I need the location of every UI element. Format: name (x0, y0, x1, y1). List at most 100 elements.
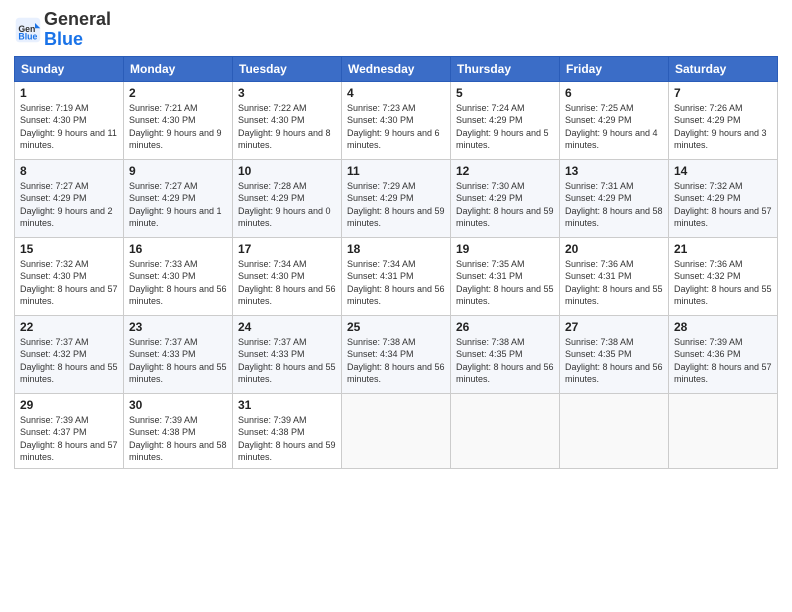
logo: Gen Blue General Blue (14, 10, 111, 50)
calendar-cell: 21 Sunrise: 7:36 AMSunset: 4:32 PMDayligh… (669, 237, 778, 315)
day-number: 11 (347, 164, 445, 178)
day-number: 10 (238, 164, 336, 178)
calendar-cell: 16 Sunrise: 7:33 AMSunset: 4:30 PMDayligh… (124, 237, 233, 315)
calendar-week-2: 8 Sunrise: 7:27 AMSunset: 4:29 PMDaylight… (15, 159, 778, 237)
day-number: 6 (565, 86, 663, 100)
calendar-cell: 18Sunrise: 7:34 AMSunset: 4:31 PMDayligh… (342, 237, 451, 315)
calendar-cell: 5 Sunrise: 7:24 AMSunset: 4:29 PMDaylight… (451, 81, 560, 159)
cell-info: Sunrise: 7:37 AMSunset: 4:32 PMDaylight:… (20, 336, 118, 386)
cell-info: Sunrise: 7:24 AMSunset: 4:29 PMDaylight:… (456, 102, 554, 152)
calendar-cell: 12 Sunrise: 7:30 AMSunset: 4:29 PMDayligh… (451, 159, 560, 237)
day-number: 5 (456, 86, 554, 100)
cell-info: Sunrise: 7:38 AMSunset: 4:35 PMDaylight:… (456, 336, 554, 386)
calendar-week-4: 22Sunrise: 7:37 AMSunset: 4:32 PMDayligh… (15, 315, 778, 393)
day-number: 31 (238, 398, 336, 412)
day-number: 24 (238, 320, 336, 334)
calendar-cell: 2 Sunrise: 7:21 AMSunset: 4:30 PMDaylight… (124, 81, 233, 159)
calendar-cell (669, 393, 778, 468)
cell-info: Sunrise: 7:36 AMSunset: 4:31 PMDaylight:… (565, 258, 663, 308)
calendar-table: SundayMondayTuesdayWednesdayThursdayFrid… (14, 56, 778, 469)
calendar-cell: 4 Sunrise: 7:23 AMSunset: 4:30 PMDaylight… (342, 81, 451, 159)
calendar-cell: 23Sunrise: 7:37 AMSunset: 4:33 PMDayligh… (124, 315, 233, 393)
day-number: 3 (238, 86, 336, 100)
day-number: 28 (674, 320, 772, 334)
calendar-cell: 1 Sunrise: 7:19 AMSunset: 4:30 PMDaylight… (15, 81, 124, 159)
day-number: 4 (347, 86, 445, 100)
calendar-week-3: 15Sunrise: 7:32 AMSunset: 4:30 PMDayligh… (15, 237, 778, 315)
day-number: 12 (456, 164, 554, 178)
calendar-cell: 15Sunrise: 7:32 AMSunset: 4:30 PMDayligh… (15, 237, 124, 315)
day-number: 21 (674, 242, 772, 256)
cell-info: Sunrise: 7:23 AMSunset: 4:30 PMDaylight:… (347, 102, 445, 152)
calendar-cell (342, 393, 451, 468)
cell-info: Sunrise: 7:28 AMSunset: 4:29 PMDaylight:… (238, 180, 336, 230)
cell-info: Sunrise: 7:30 AMSunset: 4:29 PMDaylight:… (456, 180, 554, 230)
cell-info: Sunrise: 7:39 AMSunset: 4:37 PMDaylight:… (20, 414, 118, 464)
cell-info: Sunrise: 7:38 AMSunset: 4:35 PMDaylight:… (565, 336, 663, 386)
cell-info: Sunrise: 7:37 AMSunset: 4:33 PMDaylight:… (129, 336, 227, 386)
cell-info: Sunrise: 7:39 AMSunset: 4:38 PMDaylight:… (129, 414, 227, 464)
calendar-cell: 20 Sunrise: 7:36 AMSunset: 4:31 PMDayligh… (560, 237, 669, 315)
cell-info: Sunrise: 7:39 AMSunset: 4:36 PMDaylight:… (674, 336, 772, 386)
calendar-week-5: 29 Sunrise: 7:39 AMSunset: 4:37 PMDayligh… (15, 393, 778, 468)
logo-text: General Blue (44, 10, 111, 50)
calendar-cell: 9Sunrise: 7:27 AMSunset: 4:29 PMDaylight… (124, 159, 233, 237)
calendar-cell: 11 Sunrise: 7:29 AMSunset: 4:29 PMDayligh… (342, 159, 451, 237)
day-number: 7 (674, 86, 772, 100)
calendar-cell: 14 Sunrise: 7:32 AMSunset: 4:29 PMDayligh… (669, 159, 778, 237)
logo-icon: Gen Blue (14, 16, 42, 44)
day-header-wednesday: Wednesday (342, 56, 451, 81)
calendar-cell: 27 Sunrise: 7:38 AMSunset: 4:35 PMDayligh… (560, 315, 669, 393)
calendar-cell: 31 Sunrise: 7:39 AMSunset: 4:38 PMDayligh… (233, 393, 342, 468)
calendar-cell: 26 Sunrise: 7:38 AMSunset: 4:35 PMDayligh… (451, 315, 560, 393)
day-number: 17 (238, 242, 336, 256)
calendar-cell (560, 393, 669, 468)
cell-info: Sunrise: 7:39 AMSunset: 4:38 PMDaylight:… (238, 414, 336, 464)
day-number: 8 (20, 164, 118, 178)
cell-info: Sunrise: 7:22 AMSunset: 4:30 PMDaylight:… (238, 102, 336, 152)
calendar-cell: 24Sunrise: 7:37 AMSunset: 4:33 PMDayligh… (233, 315, 342, 393)
calendar-cell: 17Sunrise: 7:34 AMSunset: 4:30 PMDayligh… (233, 237, 342, 315)
day-number: 26 (456, 320, 554, 334)
cell-info: Sunrise: 7:31 AMSunset: 4:29 PMDaylight:… (565, 180, 663, 230)
calendar-cell (451, 393, 560, 468)
day-header-saturday: Saturday (669, 56, 778, 81)
calendar-cell: 30 Sunrise: 7:39 AMSunset: 4:38 PMDayligh… (124, 393, 233, 468)
day-number: 13 (565, 164, 663, 178)
day-number: 1 (20, 86, 118, 100)
cell-info: Sunrise: 7:33 AMSunset: 4:30 PMDaylight:… (129, 258, 227, 308)
svg-text:Blue: Blue (18, 31, 37, 41)
day-number: 30 (129, 398, 227, 412)
cell-info: Sunrise: 7:21 AMSunset: 4:30 PMDaylight:… (129, 102, 227, 152)
calendar-cell: 19Sunrise: 7:35 AMSunset: 4:31 PMDayligh… (451, 237, 560, 315)
cell-info: Sunrise: 7:19 AMSunset: 4:30 PMDaylight:… (20, 102, 118, 152)
day-header-monday: Monday (124, 56, 233, 81)
cell-info: Sunrise: 7:36 AMSunset: 4:32 PMDaylight:… (674, 258, 772, 308)
cell-info: Sunrise: 7:32 AMSunset: 4:29 PMDaylight:… (674, 180, 772, 230)
cell-info: Sunrise: 7:26 AMSunset: 4:29 PMDaylight:… (674, 102, 772, 152)
calendar-cell: 28 Sunrise: 7:39 AMSunset: 4:36 PMDayligh… (669, 315, 778, 393)
day-number: 16 (129, 242, 227, 256)
day-header-thursday: Thursday (451, 56, 560, 81)
calendar-header-row: SundayMondayTuesdayWednesdayThursdayFrid… (15, 56, 778, 81)
calendar-cell: 29 Sunrise: 7:39 AMSunset: 4:37 PMDayligh… (15, 393, 124, 468)
cell-info: Sunrise: 7:29 AMSunset: 4:29 PMDaylight:… (347, 180, 445, 230)
day-number: 15 (20, 242, 118, 256)
calendar-cell: 13 Sunrise: 7:31 AMSunset: 4:29 PMDayligh… (560, 159, 669, 237)
calendar-cell: 25Sunrise: 7:38 AMSunset: 4:34 PMDayligh… (342, 315, 451, 393)
day-number: 19 (456, 242, 554, 256)
cell-info: Sunrise: 7:38 AMSunset: 4:34 PMDaylight:… (347, 336, 445, 386)
day-header-tuesday: Tuesday (233, 56, 342, 81)
cell-info: Sunrise: 7:25 AMSunset: 4:29 PMDaylight:… (565, 102, 663, 152)
day-header-sunday: Sunday (15, 56, 124, 81)
day-number: 29 (20, 398, 118, 412)
day-number: 14 (674, 164, 772, 178)
day-number: 27 (565, 320, 663, 334)
calendar-week-1: 1 Sunrise: 7:19 AMSunset: 4:30 PMDaylight… (15, 81, 778, 159)
day-header-friday: Friday (560, 56, 669, 81)
day-number: 2 (129, 86, 227, 100)
day-number: 20 (565, 242, 663, 256)
header: Gen Blue General Blue (14, 10, 778, 50)
calendar-cell: 10 Sunrise: 7:28 AMSunset: 4:29 PMDayligh… (233, 159, 342, 237)
cell-info: Sunrise: 7:27 AMSunset: 4:29 PMDaylight:… (20, 180, 118, 230)
